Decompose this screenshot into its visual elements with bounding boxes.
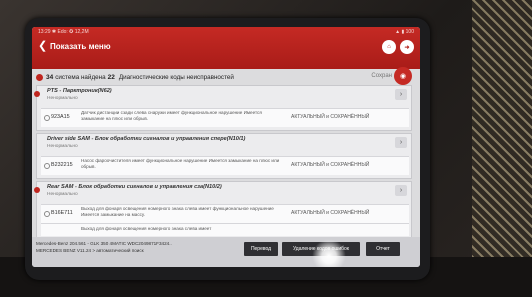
summary-text-after: Диагностические коды неисправностей: [118, 73, 234, 81]
status-bar-left: 13:29 ✱ Edo: ✪ 12,2М: [38, 29, 89, 35]
dtc-status: АКТУАЛЬНЫЙ и СОХРАНЁННЫЙ: [291, 162, 370, 168]
radio-button[interactable]: [44, 115, 50, 121]
alert-dot-icon: [34, 91, 40, 97]
dtc-description: Датчик дистанции сзади слева снаружи име…: [81, 110, 262, 121]
summary-text-before: система найдена: [55, 73, 106, 81]
dtc-row[interactable]: 923A15 Датчик дистанции сзади слева снар…: [41, 108, 409, 127]
dtc-code: B16E711: [51, 210, 73, 216]
dtc-status: АКТУАЛЬНЫЙ и СОХРАНЁННЫЙ: [291, 114, 370, 120]
dtc-status: АКТУАЛЬНЫЙ и СОХРАНЁННЫЙ: [291, 210, 370, 216]
alert-dot-icon: [36, 73, 43, 81]
footer-bar: Mercedes-Benz 204.561 - GLK 350 4MATIC W…: [32, 237, 420, 267]
group-title: Driver side SAM - Блок обработки сигнало…: [47, 136, 246, 142]
dtc-row[interactable]: B16E711 Выход для фонаря освещения номер…: [41, 204, 409, 223]
system-group-rear-sam: Rear SAM - Блок обработки сигналов и упр…: [34, 181, 412, 239]
diagnostic-summary: 34 система найдена 22 Диагностические ко…: [36, 67, 416, 85]
system-group-front-sam: Driver side SAM - Блок обработки сигнало…: [36, 133, 412, 179]
chevron-right-icon[interactable]: ›: [395, 137, 407, 148]
dtc-code: 923A15: [51, 114, 70, 120]
group-title: PTS - Парктроник(N62): [47, 88, 112, 94]
report-button[interactable]: Отчет: [366, 242, 400, 256]
exit-icon[interactable]: ➜: [400, 40, 414, 54]
dtc-description: Выход для фонаря освещения номерного зна…: [81, 226, 212, 231]
status-bar-right: ▲ ▮ 100: [395, 29, 414, 35]
home-icon[interactable]: ⌂: [382, 40, 396, 54]
radio-button[interactable]: [44, 163, 50, 169]
background-mesh: [472, 0, 532, 297]
dtc-count: 22: [107, 73, 115, 81]
tablet-screen: 13:29 ✱ Edo: ✪ 12,2М ▲ ▮ 100 ❮ Показать …: [32, 27, 420, 267]
dtc-description: Выход для фонаря освещения номерного зна…: [81, 206, 274, 217]
page-title[interactable]: Показать меню: [50, 42, 111, 51]
group-status: Ненормально: [47, 144, 78, 149]
group-title: Rear SAM - Блок обработки сигналов и упр…: [47, 184, 222, 190]
vehicle-info: Mercedes-Benz 204.561 - GLK 350 4MATIC W…: [36, 240, 236, 254]
chevron-right-icon[interactable]: ›: [395, 185, 407, 196]
dtc-row[interactable]: Выход для фонаря освещения номерного зна…: [41, 223, 409, 236]
dtc-row[interactable]: B232215 Насос фароочистителя имеет функц…: [41, 156, 409, 175]
radio-button[interactable]: [44, 211, 50, 217]
group-status: Ненормально: [47, 96, 78, 101]
save-link[interactable]: Сохран: [371, 73, 392, 79]
vehicle-info-line1: Mercedes-Benz 204.561 - GLK 350 4MATIC W…: [36, 241, 172, 246]
translate-button[interactable]: Перевод: [244, 242, 278, 256]
dtc-code: B232215: [51, 162, 73, 168]
system-count: 34: [46, 73, 54, 81]
vehicle-info-line2: MERCEDES BENZ V11.24 > автоматический по…: [36, 248, 144, 253]
dtc-description: Насос фароочистителя имеет функционально…: [81, 158, 280, 169]
back-arrow-icon[interactable]: ❮: [38, 41, 47, 52]
app-header: 13:29 ✱ Edo: ✪ 12,2М ▲ ▮ 100 ❮ Показать …: [32, 27, 420, 69]
alert-dot-icon: [34, 187, 40, 193]
group-status: Ненормально: [47, 192, 78, 197]
light-glare: [312, 239, 346, 267]
system-group-pts: PTS - Парктроник(N62) Ненормально › 923A…: [34, 85, 412, 131]
chevron-right-icon[interactable]: ›: [395, 89, 407, 100]
camera-icon[interactable]: ◉: [394, 67, 412, 85]
